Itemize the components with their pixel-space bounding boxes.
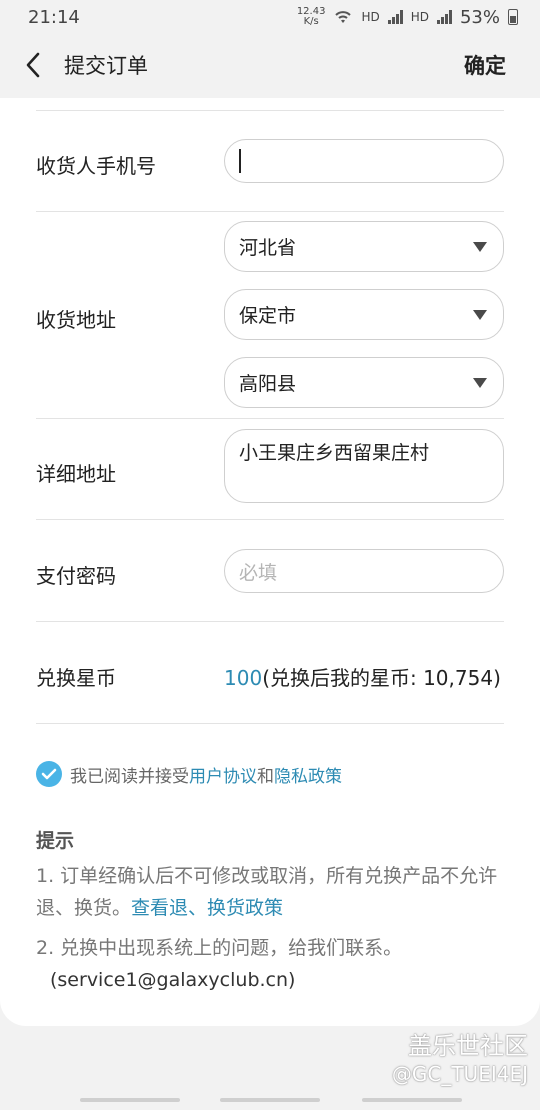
- nav-hint-left: [80, 1098, 180, 1102]
- province-value: 河北省: [239, 237, 297, 259]
- privacy-policy-link[interactable]: 隐私政策: [274, 762, 342, 787]
- tips-title: 提示: [36, 830, 75, 852]
- return-policy-link[interactable]: 查看退、换货政策: [131, 897, 283, 919]
- nav-hint-center: [220, 1098, 320, 1102]
- dropdown-arrow-icon: [473, 241, 487, 252]
- app-bar: 提交订单 确定: [0, 34, 540, 96]
- dropdown-arrow-icon: [473, 309, 487, 320]
- tip-2-text: 2. 兑换中出现系统上的问题，给我们联系。: [36, 937, 403, 959]
- nav-hint-right: [362, 1098, 462, 1102]
- order-form-card: 收货人手机号 收货地址 河北省 保定市 高阳县 详细地址 小王果庄乡西留果庄村 …: [0, 98, 540, 1026]
- divider: [36, 519, 504, 520]
- phone-input[interactable]: [224, 139, 504, 183]
- confirm-button[interactable]: 确定: [464, 50, 506, 80]
- status-bar: 21:14 12.43 K/s HD HD 53%: [0, 0, 540, 34]
- signal-icon: [387, 10, 403, 24]
- tip-2: 2. 兑换中出现系统上的问题，给我们联系。 (service1@galaxycl…: [36, 932, 506, 996]
- watermark-title: 盖乐世社区: [408, 1032, 528, 1060]
- page-title: 提交订单: [64, 54, 148, 78]
- divider: [36, 110, 504, 111]
- agreement-checkbox[interactable]: [36, 761, 62, 787]
- points-balance-note: (兑换后我的星币: 10,754): [262, 666, 501, 690]
- province-select[interactable]: 河北省: [224, 221, 504, 272]
- payment-password-input[interactable]: 必填: [224, 549, 504, 593]
- agreement-text: 我已阅读并接受: [70, 766, 189, 787]
- hd-badge-2: HD: [410, 10, 429, 24]
- text-cursor: [239, 149, 241, 173]
- signal-icon-2: [436, 10, 452, 24]
- status-time: 21:14: [28, 6, 80, 28]
- chevron-left-icon: [26, 52, 40, 78]
- county-select[interactable]: 高阳县: [224, 357, 504, 408]
- watermark-handle: @GC_TUEI4EJ: [391, 1062, 528, 1086]
- battery-icon: [508, 9, 518, 25]
- divider: [36, 621, 504, 622]
- detail-address-value: 小王果庄乡西留果庄村: [239, 442, 430, 464]
- city-select[interactable]: 保定市: [224, 289, 504, 340]
- divider: [36, 723, 504, 724]
- agreement-and: 和: [257, 766, 274, 787]
- user-agreement-link[interactable]: 用户协议: [189, 762, 257, 787]
- back-button[interactable]: [18, 50, 48, 80]
- dropdown-arrow-icon: [473, 377, 487, 388]
- battery-percent: 53%: [459, 6, 500, 28]
- checkmark-icon: [41, 768, 57, 780]
- hd-badge: HD: [361, 10, 380, 24]
- redeem-points-value: 100(兑换后我的星币: 10,754): [224, 662, 501, 691]
- support-email: (service1@galaxyclub.cn): [50, 969, 296, 991]
- address-label: 收货地址: [36, 308, 116, 332]
- redeem-points-label: 兑换星币: [36, 666, 116, 690]
- status-icons: 12.43 K/s HD HD 53%: [297, 7, 518, 28]
- detail-address-input[interactable]: 小王果庄乡西留果庄村: [224, 429, 504, 503]
- divider: [36, 211, 504, 212]
- wifi-icon: [335, 11, 352, 23]
- divider: [36, 418, 504, 419]
- network-speed: 12.43 K/s: [296, 6, 326, 27]
- county-value: 高阳县: [239, 373, 297, 395]
- detail-address-label: 详细地址: [36, 462, 116, 486]
- tip-1: 1. 订单经确认后不可修改或取消，所有兑换产品不允许退、换货。查看退、换货政策: [36, 860, 506, 924]
- points-amount: 100: [224, 666, 263, 690]
- city-value: 保定市: [239, 305, 297, 327]
- agreement-row: 我已阅读并接受 用户协议和隐私政策: [36, 761, 342, 787]
- phone-label: 收货人手机号: [36, 154, 156, 178]
- password-placeholder: 必填: [239, 561, 278, 584]
- payment-password-label: 支付密码: [36, 564, 116, 588]
